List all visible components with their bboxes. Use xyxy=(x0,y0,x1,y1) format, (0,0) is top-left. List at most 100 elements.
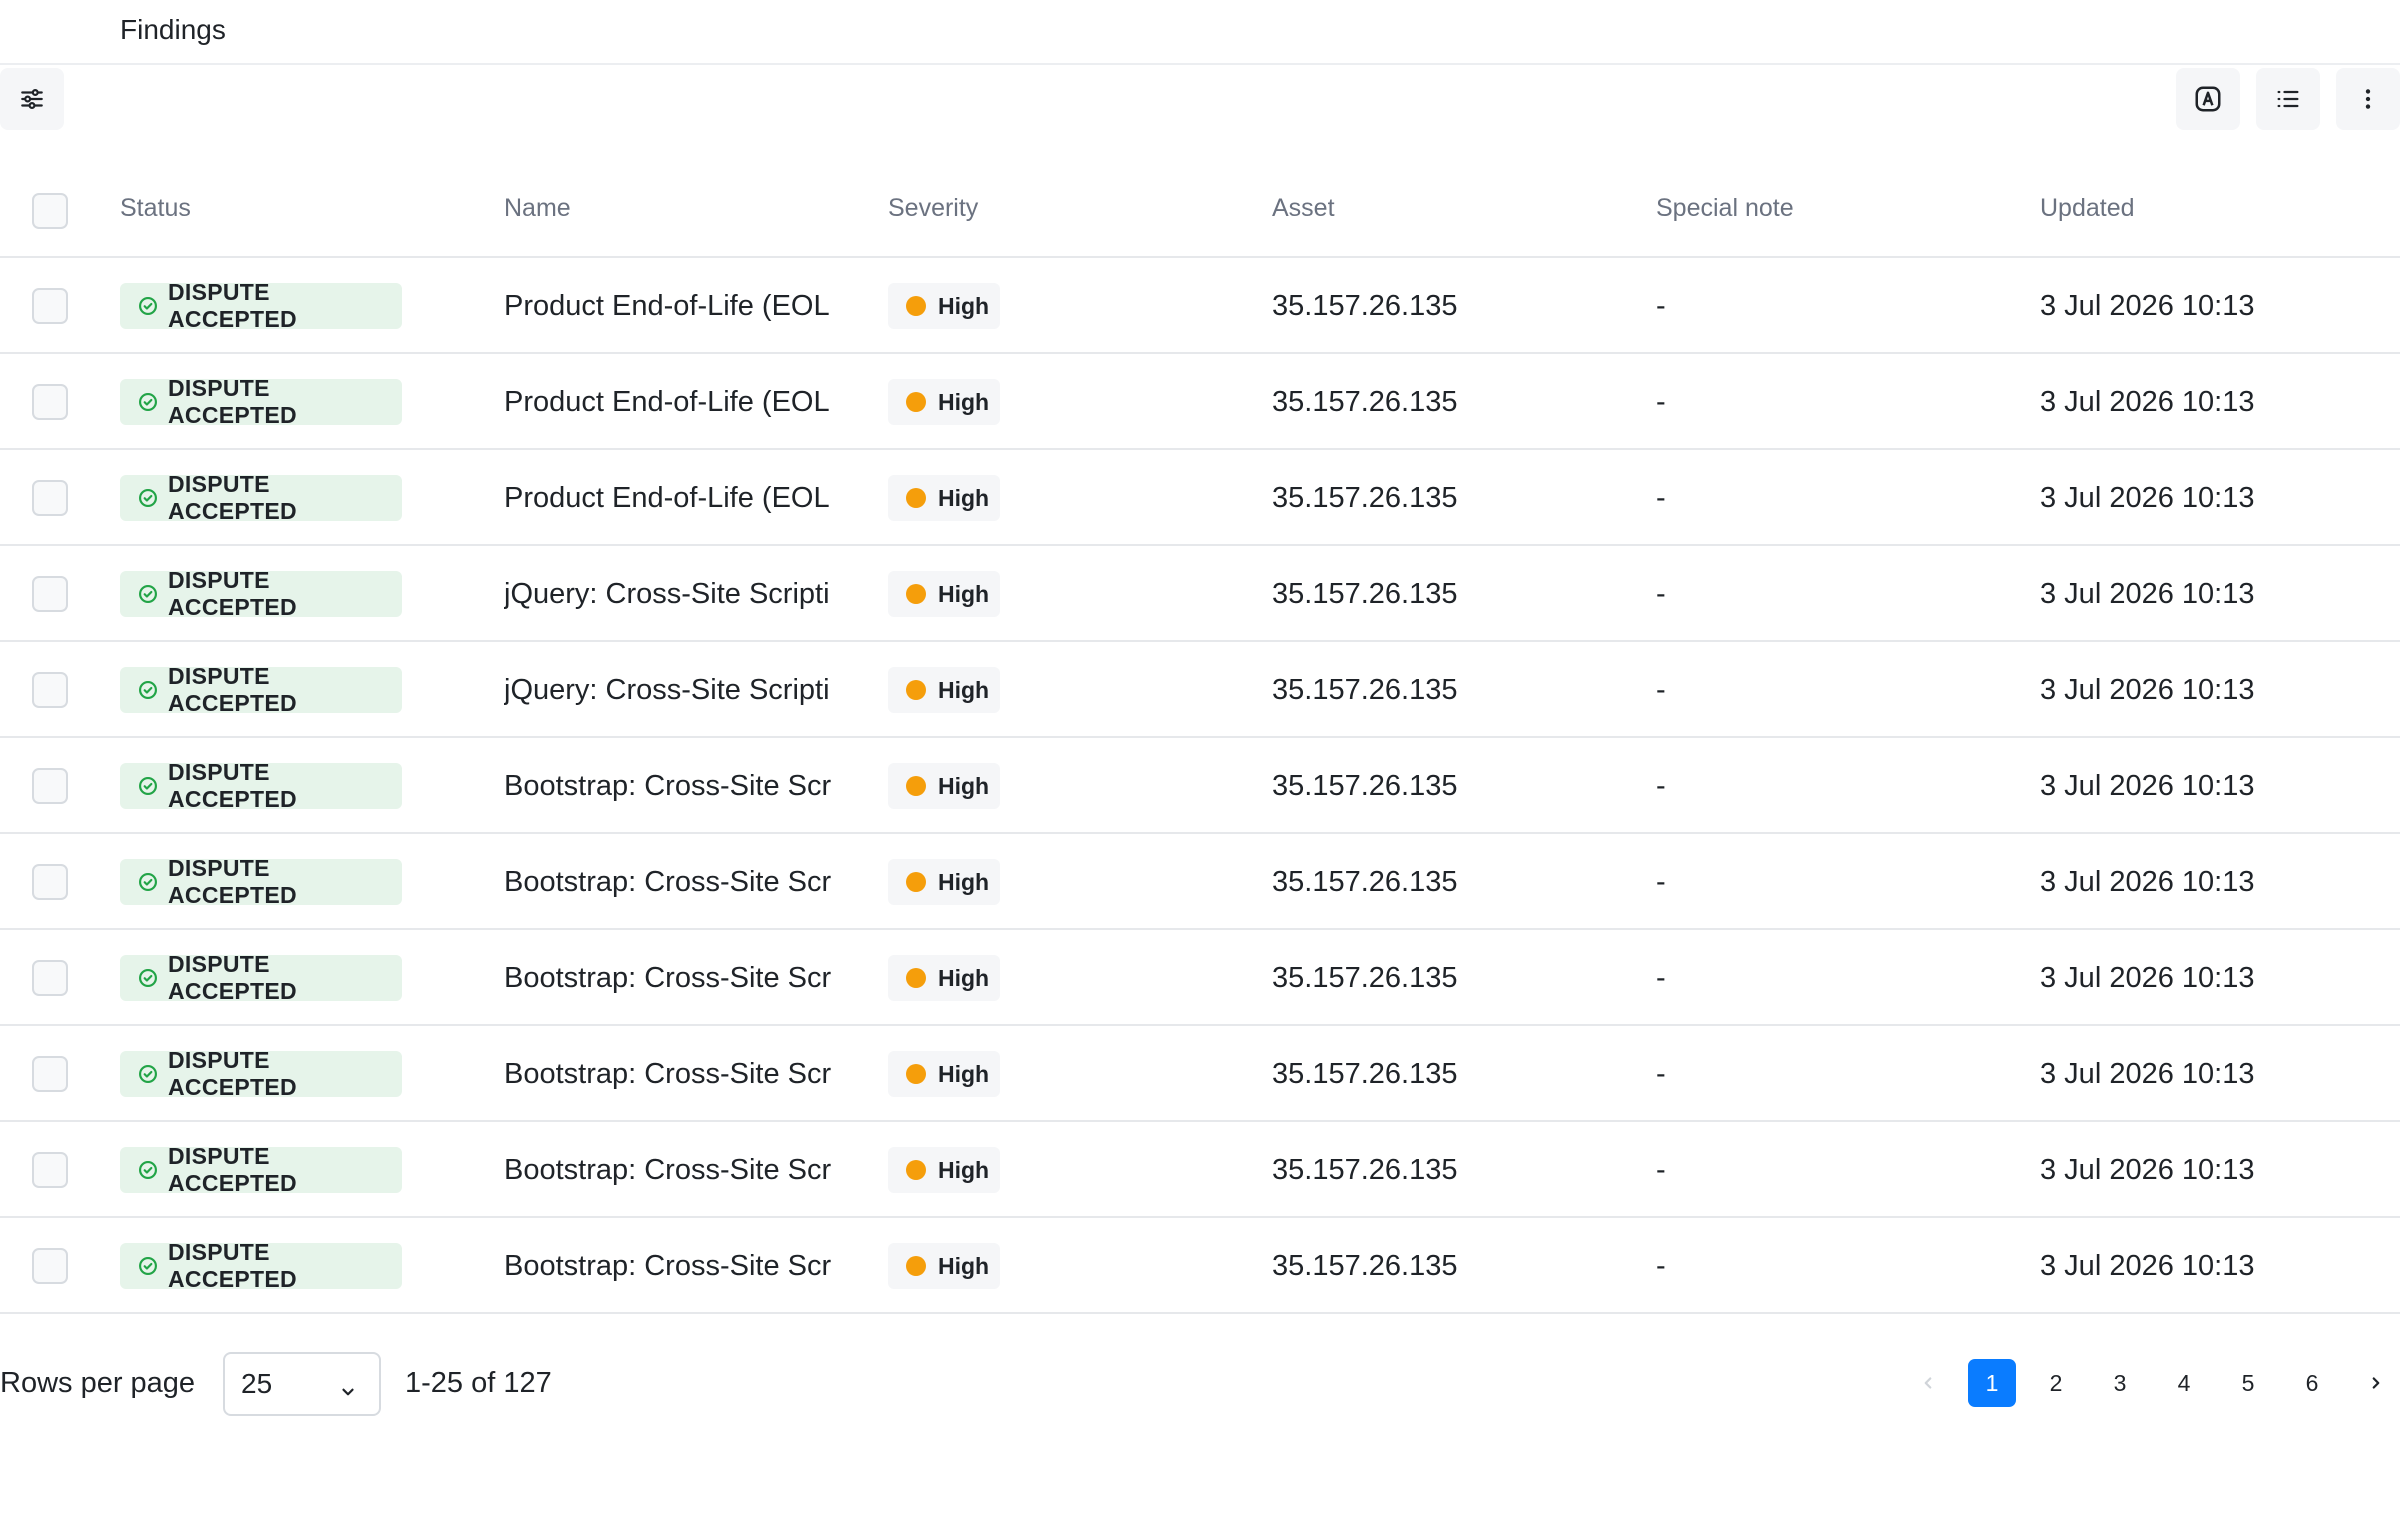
column-header-name[interactable]: Name xyxy=(504,194,571,223)
row-checkbox[interactable] xyxy=(32,1248,68,1284)
status-badge: DISPUTE ACCEPTED xyxy=(120,663,402,716)
more-options-button[interactable] xyxy=(2336,68,2400,130)
row-checkbox[interactable] xyxy=(32,768,68,804)
column-header-severity[interactable]: Severity xyxy=(888,194,978,223)
severity-label: High xyxy=(938,1060,990,1087)
sliders-icon xyxy=(19,86,45,112)
special-note-value: - xyxy=(1656,385,1666,418)
status-label: DISPUTE ACCEPTED xyxy=(168,471,297,524)
severity-label: High xyxy=(938,580,990,607)
finding-name[interactable]: Bootstrap: Cross-Site Scr xyxy=(504,834,840,930)
page-range-text: 1-25 of 127 xyxy=(405,1367,552,1399)
severity-dot-icon xyxy=(906,872,926,892)
severity-dot-icon xyxy=(906,1256,926,1276)
asset-value: 35.157.26.135 xyxy=(1272,1249,1458,1282)
table-header: Status Name Severity Asset Special note … xyxy=(0,162,2400,258)
status-badge: DISPUTE ACCEPTED xyxy=(120,951,402,1004)
page-6-button[interactable]: 6 xyxy=(2288,1359,2336,1407)
status-label: DISPUTE ACCEPTED xyxy=(168,1239,297,1292)
check-circle-icon xyxy=(138,296,158,316)
special-note-value: - xyxy=(1656,1057,1666,1090)
previous-page-button[interactable] xyxy=(1904,1359,1952,1407)
special-note-value: - xyxy=(1656,1249,1666,1282)
column-header-updated[interactable]: Updated xyxy=(2040,194,2135,223)
row-checkbox[interactable] xyxy=(32,288,68,324)
column-list-button[interactable] xyxy=(2256,68,2320,130)
finding-name[interactable]: Bootstrap: Cross-Site Scr xyxy=(504,738,840,834)
table-row[interactable]: DISPUTE ACCEPTED Product End-of-Life (EO… xyxy=(0,354,2400,450)
finding-name[interactable]: Bootstrap: Cross-Site Scr xyxy=(504,1218,840,1314)
table-row[interactable]: DISPUTE ACCEPTED Bootstrap: Cross-Site S… xyxy=(0,738,2400,834)
severity-badge: High xyxy=(888,667,1000,713)
row-checkbox[interactable] xyxy=(32,576,68,612)
table-row[interactable]: DISPUTE ACCEPTED Product End-of-Life (EO… xyxy=(0,258,2400,354)
severity-badge: High xyxy=(888,1243,1000,1289)
special-note-value: - xyxy=(1656,289,1666,322)
row-checkbox[interactable] xyxy=(32,384,68,420)
status-badge: DISPUTE ACCEPTED xyxy=(120,471,402,524)
next-page-button[interactable] xyxy=(2352,1359,2400,1407)
column-header-status[interactable]: Status xyxy=(120,194,191,223)
row-checkbox[interactable] xyxy=(32,1056,68,1092)
severity-label: High xyxy=(938,484,990,511)
table-row[interactable]: DISPUTE ACCEPTED jQuery: Cross-Site Scri… xyxy=(0,642,2400,738)
finding-name[interactable]: Bootstrap: Cross-Site Scr xyxy=(504,1026,840,1122)
special-note-value: - xyxy=(1656,577,1666,610)
rows-per-page-select[interactable]: 25 xyxy=(223,1352,381,1416)
finding-name[interactable]: jQuery: Cross-Site Scripti xyxy=(504,642,840,738)
status-badge: DISPUTE ACCEPTED xyxy=(120,279,402,332)
table-row[interactable]: DISPUTE ACCEPTED Bootstrap: Cross-Site S… xyxy=(0,930,2400,1026)
severity-label: High xyxy=(938,388,990,415)
check-circle-icon xyxy=(138,584,158,604)
rows-per-page-value: 25 xyxy=(241,1368,273,1399)
severity-dot-icon xyxy=(906,392,926,412)
asset-value: 35.157.26.135 xyxy=(1272,673,1458,706)
finding-name[interactable]: Bootstrap: Cross-Site Scr xyxy=(504,1122,840,1218)
pagination-bar: Rows per page 25 1-25 of 127 123456 xyxy=(0,1350,2400,1416)
table-row[interactable]: DISPUTE ACCEPTED Product End-of-Life (EO… xyxy=(0,450,2400,546)
row-checkbox[interactable] xyxy=(32,864,68,900)
finding-name[interactable]: Product End-of-Life (EOL xyxy=(504,450,840,546)
status-label: DISPUTE ACCEPTED xyxy=(168,1047,297,1100)
select-all-checkbox[interactable] xyxy=(32,193,68,229)
severity-badge: High xyxy=(888,955,1000,1001)
check-circle-icon xyxy=(138,392,158,412)
table-row[interactable]: DISPUTE ACCEPTED Bootstrap: Cross-Site S… xyxy=(0,834,2400,930)
page-1-button[interactable]: 1 xyxy=(1968,1359,2016,1407)
asset-value: 35.157.26.135 xyxy=(1272,1057,1458,1090)
auto-button[interactable] xyxy=(2176,68,2240,130)
updated-value: 3 Jul 2026 10:13 xyxy=(2040,1153,2255,1186)
chevron-right-icon xyxy=(2367,1374,2385,1392)
severity-badge: High xyxy=(888,859,1000,905)
check-circle-icon xyxy=(138,776,158,796)
asset-value: 35.157.26.135 xyxy=(1272,769,1458,802)
table-row[interactable]: DISPUTE ACCEPTED Bootstrap: Cross-Site S… xyxy=(0,1218,2400,1314)
filter-button[interactable] xyxy=(0,68,64,130)
page-2-button[interactable]: 2 xyxy=(2032,1359,2080,1407)
table-row[interactable]: DISPUTE ACCEPTED Bootstrap: Cross-Site S… xyxy=(0,1122,2400,1218)
special-note-value: - xyxy=(1656,865,1666,898)
finding-name[interactable]: Product End-of-Life (EOL xyxy=(504,354,840,450)
asset-value: 35.157.26.135 xyxy=(1272,961,1458,994)
check-circle-icon xyxy=(138,968,158,988)
finding-name[interactable]: Bootstrap: Cross-Site Scr xyxy=(504,930,840,1026)
row-checkbox[interactable] xyxy=(32,960,68,996)
page-4-button[interactable]: 4 xyxy=(2160,1359,2208,1407)
row-checkbox[interactable] xyxy=(32,672,68,708)
page-3-button[interactable]: 3 xyxy=(2096,1359,2144,1407)
table-row[interactable]: DISPUTE ACCEPTED jQuery: Cross-Site Scri… xyxy=(0,546,2400,642)
page-5-button[interactable]: 5 xyxy=(2224,1359,2272,1407)
status-label: DISPUTE ACCEPTED xyxy=(168,1143,297,1196)
column-header-special-note[interactable]: Special note xyxy=(1656,194,1794,223)
toolbar xyxy=(0,65,2400,131)
row-checkbox[interactable] xyxy=(32,480,68,516)
updated-value: 3 Jul 2026 10:13 xyxy=(2040,673,2255,706)
finding-name[interactable]: Product End-of-Life (EOL xyxy=(504,258,840,354)
updated-value: 3 Jul 2026 10:13 xyxy=(2040,1057,2255,1090)
severity-dot-icon xyxy=(906,968,926,988)
row-checkbox[interactable] xyxy=(32,1152,68,1188)
finding-name[interactable]: jQuery: Cross-Site Scripti xyxy=(504,546,840,642)
asset-value: 35.157.26.135 xyxy=(1272,865,1458,898)
table-row[interactable]: DISPUTE ACCEPTED Bootstrap: Cross-Site S… xyxy=(0,1026,2400,1122)
column-header-asset[interactable]: Asset xyxy=(1272,194,1335,223)
